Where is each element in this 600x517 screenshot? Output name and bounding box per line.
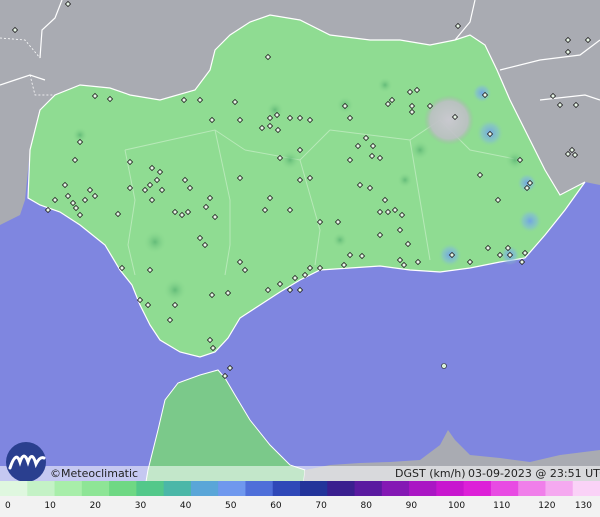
legend-swatch — [436, 481, 465, 496]
legend-swatch — [572, 481, 600, 496]
map-canvas: ©Meteoclimatic DGST (km/h) 03-09-2023 @ … — [0, 0, 600, 517]
meteoclimatic-logo — [6, 442, 46, 482]
attribution-text: ©Meteoclimatic — [50, 467, 138, 480]
legend-swatch — [54, 481, 83, 496]
island-marker — [441, 363, 447, 369]
variable-label: DGST (km/h) — [395, 467, 466, 480]
legend-tick-label: 70 — [315, 501, 327, 511]
legend-tick-label: 110 — [493, 501, 510, 511]
legend-swatch — [327, 481, 356, 496]
legend-swatch — [518, 481, 547, 496]
legend-swatch — [218, 481, 247, 496]
legend-tick-label: 120 — [538, 501, 555, 511]
legend-swatch — [81, 481, 110, 496]
legend-swatch — [300, 481, 328, 496]
legend-tick-label: 130 — [575, 501, 592, 511]
legend-swatch — [163, 481, 192, 496]
legend-tick-label: 80 — [361, 501, 373, 511]
legend-swatch — [245, 481, 274, 496]
legend-tick-label: 20 — [90, 501, 102, 511]
legend-swatch — [272, 481, 301, 496]
legend-tick-label: 30 — [135, 501, 147, 511]
legend-swatch — [409, 481, 437, 496]
legend-tick-label: 40 — [180, 501, 192, 511]
legend-tick-label: 90 — [406, 501, 418, 511]
legend-tick-label: 10 — [44, 501, 56, 511]
legend-swatch — [463, 481, 492, 496]
legend-tick-label: 50 — [225, 501, 237, 511]
legend-swatch — [354, 481, 383, 496]
legend-swatch — [190, 481, 219, 496]
legend-tick-label: 0 — [5, 501, 11, 511]
legend-swatch — [109, 481, 137, 496]
legend-swatch — [136, 481, 165, 496]
timestamp-label: 03-09-2023 @ 23:51 UTC — [468, 467, 600, 480]
legend-swatch — [381, 481, 410, 496]
legend-swatch — [0, 481, 28, 496]
legend-swatch — [490, 481, 519, 496]
wind-gust-map: ©Meteoclimatic DGST (km/h) 03-09-2023 @ … — [0, 0, 600, 517]
legend-tick-label: 60 — [270, 501, 282, 511]
legend-color-bar — [0, 481, 600, 496]
legend-tick-label: 100 — [448, 501, 465, 511]
legend-swatch — [545, 481, 574, 496]
legend-swatch — [27, 481, 56, 496]
